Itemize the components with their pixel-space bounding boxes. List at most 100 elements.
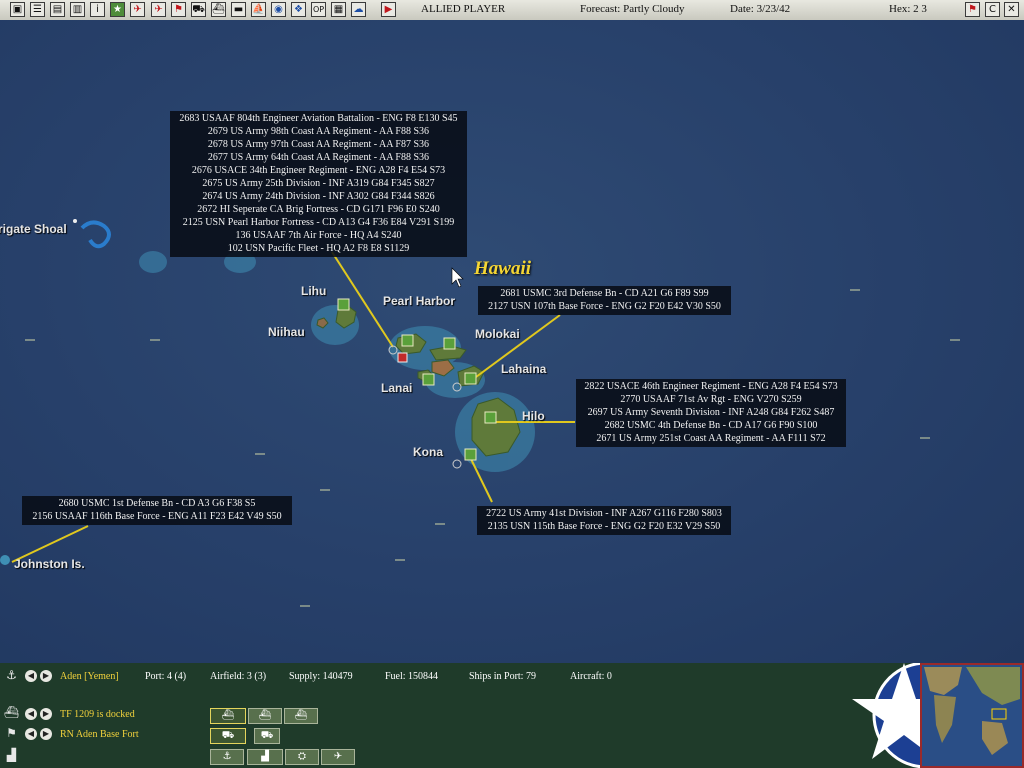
airfield-size: Airfield: 3 (3) xyxy=(210,671,267,682)
aircraft-button[interactable]: ✈ xyxy=(321,749,355,765)
unit-line[interactable]: 2135 USN 115th Base Force - ENG G2 F20 E… xyxy=(481,520,727,533)
anchor-icon[interactable]: ⚓ xyxy=(4,668,19,683)
unit-line[interactable]: 2674 US Army 24th Division - INF A302 G8… xyxy=(174,190,463,203)
place-kona: Kona xyxy=(413,445,443,459)
map-terrain-layer xyxy=(0,219,960,607)
place-pearl-harbor: Pearl Harbor xyxy=(383,294,456,308)
unit-line[interactable]: 2680 USMC 1st Defense Bn - CD A3 G6 F38 … xyxy=(26,497,288,510)
report-icon[interactable]: ▤ xyxy=(50,2,65,17)
unit-line[interactable]: 2672 HI Seperate CA Brig Fortress - CD G… xyxy=(174,203,463,216)
unit-line[interactable]: 2697 US Army Seventh Division - INF A248… xyxy=(580,406,842,419)
place-lahaina: Lahaina xyxy=(501,362,547,376)
unit-list-lahaina[interactable]: 2681 USMC 3rd Defense Bn - CD A21 G6 F89… xyxy=(478,286,731,315)
atoll-shape xyxy=(80,220,111,249)
allied-star-emblem-icon xyxy=(852,663,926,768)
ops-button-icon[interactable]: OP xyxy=(311,2,326,17)
unit-line[interactable]: 2822 USACE 46th Engineer Regiment - ENG … xyxy=(580,380,842,393)
ships-icon[interactable]: ⛴ xyxy=(211,2,226,17)
strategic-map[interactable]: rigate Shoal Lihu Pearl Harbor Niihau Mo… xyxy=(0,20,1024,663)
place-frigate-shoal: rigate Shoal xyxy=(0,222,67,236)
flag-right-icon[interactable]: ⚑ xyxy=(965,2,980,17)
unit-list-hilo[interactable]: 2822 USACE 46th Engineer Regiment - ENG … xyxy=(576,379,846,447)
unit-list-johnston[interactable]: 2680 USMC 1st Defense Bn - CD A3 G6 F38 … xyxy=(22,496,292,525)
flag-icon-small[interactable]: ⚑ xyxy=(4,726,19,741)
base-name[interactable]: Aden [Yemen] xyxy=(60,671,119,682)
sub-icon[interactable]: ▬ xyxy=(231,2,246,17)
prev-base-button[interactable]: ◀ xyxy=(25,670,37,682)
forecast-label: Forecast: Partly Cloudy xyxy=(580,3,685,15)
task-force-status[interactable]: TF 1209 is docked xyxy=(60,709,135,720)
aircraft-icon[interactable]: ✈ xyxy=(130,2,145,17)
place-molokai: Molokai xyxy=(475,327,520,341)
airfield-toggle-icon[interactable]: ★ xyxy=(110,2,125,17)
warships-button[interactable]: ⛴ xyxy=(210,708,246,724)
unit-list-pearl-harbor[interactable]: 2683 USAAF 804th Engineer Aviation Batta… xyxy=(170,111,467,257)
base-info-panel: ⚓ ◀ ▶ Aden [Yemen] Port: 4 (4) Airfield:… xyxy=(0,663,1024,768)
unit-line[interactable]: 2127 USN 107th Base Force - ENG G2 F20 E… xyxy=(482,300,727,313)
unit-line[interactable]: 2677 US Army 64th Coast AA Regiment - AA… xyxy=(174,151,463,164)
prev-tf-button[interactable]: ◀ xyxy=(25,708,37,720)
submarines-button[interactable]: ⛴ xyxy=(284,708,318,724)
port-size: Port: 4 (4) xyxy=(145,671,187,682)
unit-line[interactable]: 2679 US Army 98th Coast AA Regiment - AA… xyxy=(174,125,463,138)
unit-line[interactable]: 2770 USAAF 71st Av Rgt - ENG V270 S259 xyxy=(580,393,842,406)
base-forces-button[interactable]: ⛟ xyxy=(210,728,246,744)
place-johnston-island: Johnston Is. xyxy=(14,557,85,571)
naval-aircraft-icon[interactable]: ✈ xyxy=(151,2,166,17)
unit-line[interactable]: 2671 US Army 251st Coast AA Regiment - A… xyxy=(580,432,842,445)
command-icon[interactable]: C xyxy=(985,2,1000,17)
close-icon[interactable]: ✕ xyxy=(1004,2,1019,17)
unit-line[interactable]: 2156 USAAF 116th Base Force - ENG A11 F2… xyxy=(26,510,288,523)
unit-line[interactable]: 2676 USACE 34th Engineer Regiment - ENG … xyxy=(174,164,463,177)
list-icon[interactable]: ☰ xyxy=(30,2,45,17)
unit-line[interactable]: 2722 US Army 41st Division - INF A267 G1… xyxy=(481,507,727,520)
save-icon[interactable]: ▣ xyxy=(10,2,25,17)
ground-units-icon[interactable]: ⛟ xyxy=(191,2,206,17)
supply-value: Supply: 140479 xyxy=(289,671,353,682)
globe-icon[interactable]: ◉ xyxy=(271,2,286,17)
top-toolbar: ▣ ☰ ▤ ▥ i ★ ✈ ✈ ⚑ ⛟ ⛴ ▬ ⛵ ◉ ❖ OP ▦ ☁ ▶ ALLIED PLAYER Forec… xyxy=(0,0,1024,21)
terrain-icon[interactable]: ❖ xyxy=(291,2,306,17)
place-niihau: Niihau xyxy=(268,325,305,339)
task-force-icon[interactable]: ⛵ xyxy=(251,2,266,17)
land-units-button[interactable]: ⛟ xyxy=(254,728,280,744)
prev-unit-button[interactable]: ◀ xyxy=(25,728,37,740)
industry-button[interactable]: ▟ xyxy=(247,749,283,765)
ships-in-port-value: Ships in Port: 79 xyxy=(469,671,536,682)
shipyard-button[interactable]: ⚓ xyxy=(210,749,244,765)
base-force-name[interactable]: RN Aden Base Fort xyxy=(60,729,139,740)
unit-line[interactable]: 102 USN Pacific Fleet - HQ A2 F8 E8 S112… xyxy=(174,242,463,255)
info-icon[interactable]: i xyxy=(90,2,105,17)
unit-list-kona[interactable]: 2722 US Army 41st Division - INF A267 G1… xyxy=(477,506,731,535)
aircraft-count: Aircraft: 0 xyxy=(570,671,612,682)
unit-line[interactable]: 2682 USMC 4th Defense Bn - CD A17 G6 F90… xyxy=(580,419,842,432)
hex-label: Hex: 2 3 xyxy=(889,3,927,15)
place-hilo: Hilo xyxy=(522,409,545,423)
place-lanai: Lanai xyxy=(381,381,413,395)
transports-button[interactable]: ⛴ xyxy=(248,708,282,724)
region-label-hawaii: Hawaii xyxy=(474,258,532,279)
next-unit-button[interactable]: ▶ xyxy=(40,728,52,740)
unit-line[interactable]: 2675 US Army 25th Division - INF A319 G8… xyxy=(174,177,463,190)
unit-line[interactable]: 136 USAAF 7th Air Force - HQ A4 S240 xyxy=(174,229,463,242)
next-tf-button[interactable]: ▶ xyxy=(40,708,52,720)
factory-icon[interactable]: ▟ xyxy=(4,748,19,763)
unit-line[interactable]: 2681 USMC 3rd Defense Bn - CD A21 G6 F89… xyxy=(482,287,727,300)
unit-line[interactable]: 2678 US Army 97th Coast AA Regiment - AA… xyxy=(174,138,463,151)
place-lihu: Lihu xyxy=(301,284,327,298)
screen-icon[interactable]: ▦ xyxy=(331,2,346,17)
minimap-terrain xyxy=(924,667,1020,755)
fuel-value: Fuel: 150844 xyxy=(385,671,439,682)
unit-line[interactable]: 2125 USN Pearl Harbor Fortress - CD A13 … xyxy=(174,216,463,229)
player-label: ALLIED PLAYER xyxy=(421,3,506,15)
unit-line[interactable]: 2683 USAAF 804th Engineer Aviation Batta… xyxy=(174,112,463,125)
weather-icon[interactable]: ☁ xyxy=(351,2,366,17)
ship-icon[interactable]: ⛴ xyxy=(4,705,19,720)
end-turn-icon[interactable]: ▶ xyxy=(381,2,396,17)
filter-icon[interactable]: ▥ xyxy=(70,2,85,17)
date-label: Date: 3/23/42 xyxy=(730,3,791,15)
next-base-button[interactable]: ▶ xyxy=(40,670,52,682)
artillery-button[interactable]: ⛭ xyxy=(285,749,319,765)
flag-icon[interactable]: ⚑ xyxy=(171,2,186,17)
mini-map[interactable] xyxy=(920,663,1024,768)
